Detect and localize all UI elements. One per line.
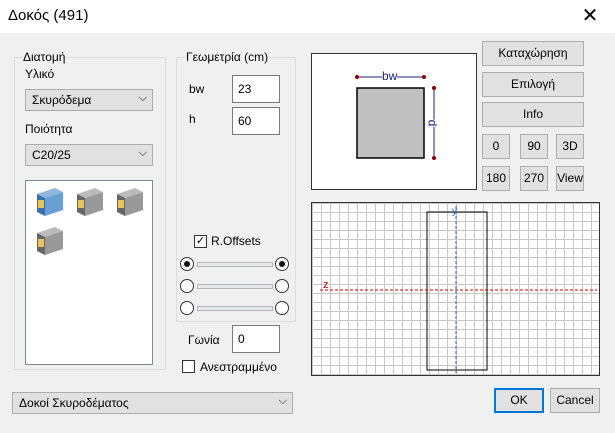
offset-radio-top-right[interactable] bbox=[275, 257, 289, 271]
grid-drawing bbox=[320, 206, 597, 373]
chevron-down-icon: ⌵ bbox=[138, 92, 147, 104]
view-180-button[interactable]: 180 bbox=[482, 166, 510, 191]
section-type-list[interactable] bbox=[25, 180, 153, 365]
quality-value: C20/25 bbox=[32, 148, 71, 162]
h-input[interactable]: 60 bbox=[232, 107, 280, 135]
offset-slider-top[interactable] bbox=[197, 262, 273, 267]
material-value: Σκυρόδεμα bbox=[32, 93, 92, 107]
steel-beam-icon[interactable] bbox=[33, 184, 65, 218]
section-preview: bw d bbox=[311, 53, 477, 190]
t-beam-icon[interactable] bbox=[33, 223, 65, 257]
bw-label: bw bbox=[189, 82, 205, 96]
offset-radio-bottom-right[interactable] bbox=[275, 301, 289, 315]
view-button[interactable]: View bbox=[556, 166, 584, 191]
y-axis-label: y bbox=[452, 206, 457, 217]
offset-radio-bottom-left[interactable] bbox=[180, 301, 194, 315]
window-title: Δοκός (491) bbox=[8, 7, 89, 24]
geometry-label: Γεωμετρία (cm) bbox=[185, 50, 270, 64]
inverted-label: Ανεστραμμένο bbox=[200, 360, 277, 374]
material-combo[interactable]: Σκυρόδεμα ⌵ bbox=[25, 89, 153, 111]
section-label: Διατομή bbox=[22, 50, 67, 64]
roffsets-checkbox[interactable]: ✓ bbox=[194, 235, 207, 248]
view-3d-button[interactable]: 3D bbox=[556, 134, 584, 159]
chevron-down-icon: ⌵ bbox=[278, 395, 287, 407]
chevron-down-icon: ⌵ bbox=[138, 147, 147, 159]
bw-dimension-label: bw bbox=[382, 69, 398, 83]
h-label: h bbox=[189, 112, 196, 126]
ok-button[interactable]: OK bbox=[494, 388, 544, 413]
close-button[interactable]: ✕ bbox=[570, 3, 610, 29]
grid-preview: y z bbox=[311, 202, 600, 376]
beam-outline bbox=[426, 211, 488, 371]
offset-slider-mid[interactable] bbox=[197, 284, 273, 289]
material-label: Υλικό bbox=[25, 67, 55, 81]
info-button[interactable]: Info bbox=[482, 102, 584, 127]
offset-radio-mid-right[interactable] bbox=[275, 279, 289, 293]
register-button[interactable]: Καταχώρηση bbox=[482, 41, 584, 66]
z-axis-label: z bbox=[323, 279, 329, 291]
title-bar bbox=[0, 0, 615, 33]
angle-label: Γωνία bbox=[188, 333, 220, 347]
cancel-button[interactable]: Cancel bbox=[550, 388, 600, 413]
quality-label: Ποιότητα bbox=[25, 122, 73, 136]
composite-beam-icon[interactable] bbox=[73, 184, 105, 218]
offset-radio-top-left[interactable] bbox=[180, 257, 194, 271]
select-button[interactable]: Επιλογή bbox=[482, 72, 584, 97]
concrete-beam-icon[interactable] bbox=[113, 184, 145, 218]
offset-slider-bottom[interactable] bbox=[197, 306, 273, 311]
bw-input[interactable]: 23 bbox=[232, 75, 280, 103]
family-combo[interactable]: Δοκοί Σκυροδέματος ⌵ bbox=[12, 392, 293, 414]
quality-combo[interactable]: C20/25 ⌵ bbox=[25, 144, 153, 166]
roffsets-label: R.Offsets bbox=[211, 234, 261, 248]
inverted-checkbox[interactable] bbox=[182, 360, 195, 373]
concrete-section-shape bbox=[356, 87, 425, 159]
offset-radio-mid-left[interactable] bbox=[180, 279, 194, 293]
view-0-button[interactable]: 0 bbox=[482, 134, 510, 159]
d-dimension-label: d bbox=[425, 119, 440, 127]
angle-input[interactable]: 0 bbox=[232, 325, 280, 353]
family-combo-value: Δοκοί Σκυροδέματος bbox=[19, 396, 129, 410]
view-90-button[interactable]: 90 bbox=[520, 134, 548, 159]
view-270-button[interactable]: 270 bbox=[520, 166, 548, 191]
